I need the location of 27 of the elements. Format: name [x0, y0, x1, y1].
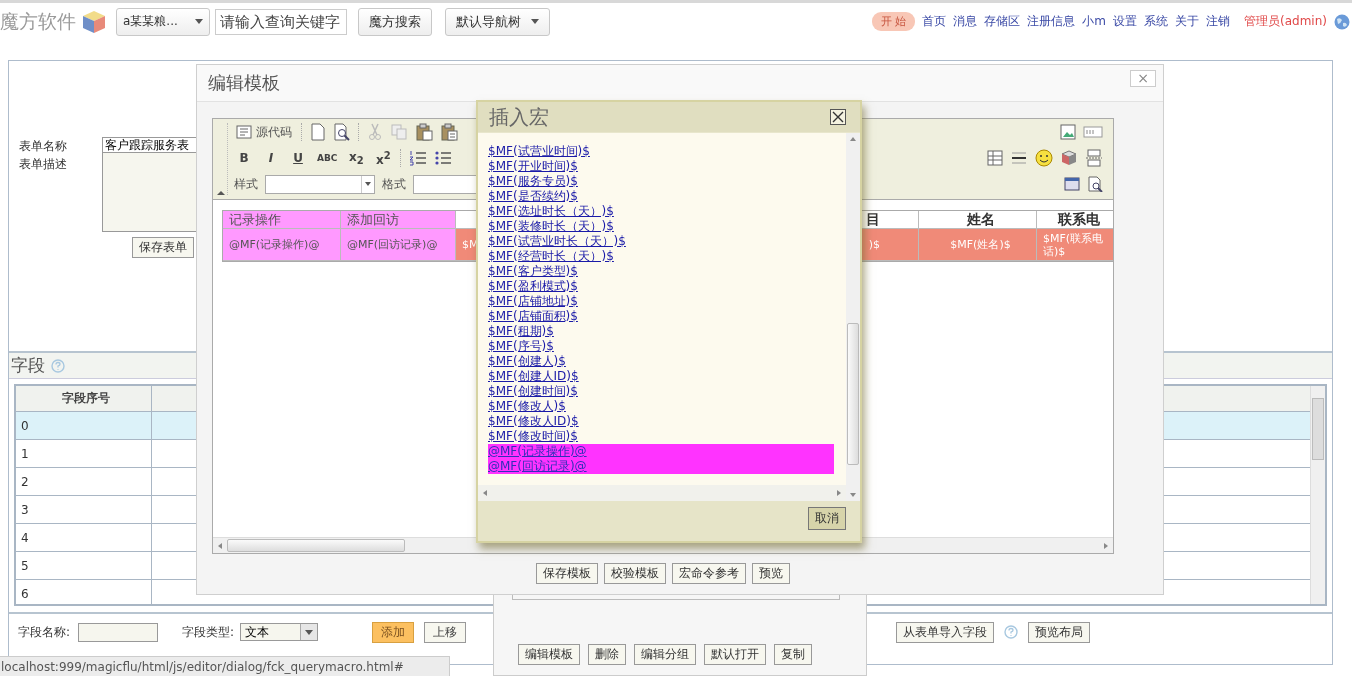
table-cell: 3 [16, 496, 152, 523]
format-label: 格式 [382, 175, 406, 193]
table-cell: 5 [16, 552, 152, 579]
dialog-title: 编辑模板 [208, 71, 280, 95]
table-cell: @MF(回访记录)@ [341, 229, 456, 261]
table-cell: 6 [16, 580, 152, 604]
table-cell: @MF(记录操作)@ [223, 229, 341, 261]
field-name-label: 字段名称: [18, 623, 71, 641]
table-header-cell: 联系电 [1037, 211, 1113, 229]
logo-text: 魔方软件 [0, 8, 76, 34]
table-cell: 4 [16, 524, 152, 551]
table-cell: 0 [16, 412, 152, 439]
style-label: 样式 [234, 175, 258, 193]
table-header-cell: 记录操作 [223, 211, 341, 229]
field-type-label: 字段类型: [182, 623, 235, 641]
column-header: 字段序号 [16, 386, 152, 411]
table-cell: 2 [16, 468, 152, 495]
status-url: localhost:999/magicflu/html/js/editor/dialog/fck_querymacro.html# [0, 659, 404, 674]
table-cell: 1 [16, 440, 152, 467]
table-cell: $MF(姓名)$ [919, 229, 1037, 261]
form-description-label: 表单描述 [19, 156, 67, 173]
table-header-cell: 添加回访 [341, 211, 456, 229]
table-header-cell: 姓名 [919, 211, 1037, 229]
table-cell: $MF(联系电话)$ [1037, 229, 1113, 261]
form-name-label: 表单名称 [19, 138, 67, 155]
section-title: 字段 [11, 354, 45, 377]
dialog-title: 插入宏 [489, 103, 549, 131]
